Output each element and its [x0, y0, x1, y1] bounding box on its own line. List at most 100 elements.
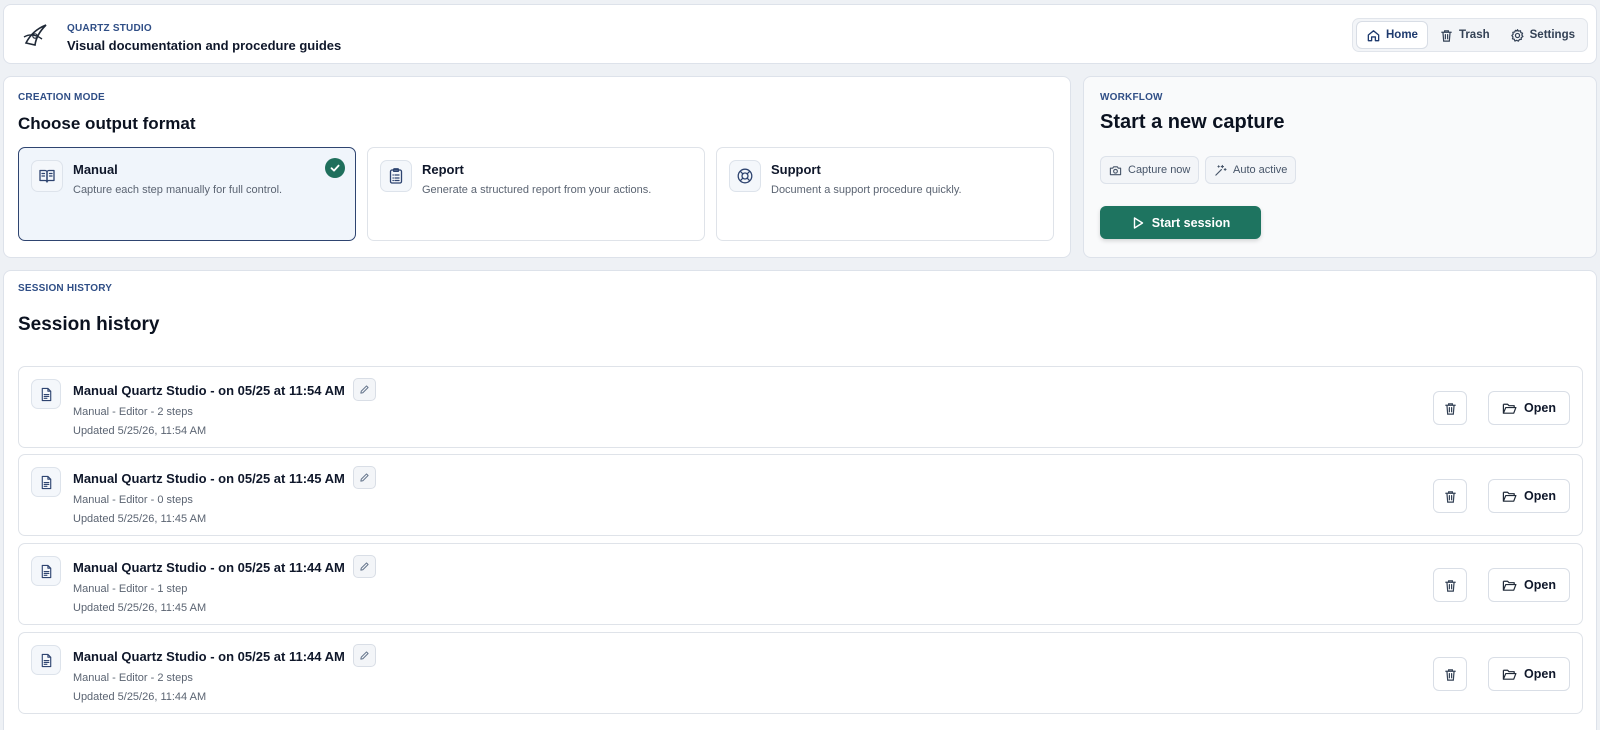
main-nav: Home Trash Settings: [1351, 18, 1588, 52]
app-header: QUARTZ STUDIO Visual documentation and p…: [3, 4, 1597, 64]
row-icon-wrap: [31, 556, 61, 586]
folder-open-icon: [1502, 669, 1517, 680]
history-title: Session history: [18, 314, 160, 335]
mode-desc: Capture each step manually for full cont…: [73, 184, 283, 196]
session-meta: Manual - Editor - 1 step: [73, 583, 188, 595]
clipboard-icon: [389, 168, 403, 184]
document-icon: [41, 564, 51, 578]
open-label: Open: [1524, 489, 1556, 503]
open-label: Open: [1524, 401, 1556, 415]
pencil-icon: [360, 651, 369, 660]
nav-home[interactable]: Home: [1355, 21, 1428, 49]
rename-button[interactable]: [353, 555, 376, 578]
sparkle-icon: [1215, 164, 1227, 176]
trash-icon: [1444, 402, 1456, 415]
lifebuoy-icon: [737, 168, 753, 184]
mode-support[interactable]: Support Document a support procedure qui…: [716, 147, 1054, 241]
workflow-kicker: WORKFLOW: [1100, 92, 1163, 103]
workflow-panel: WORKFLOW Start a new capture Capture now…: [1083, 76, 1597, 258]
session-title: Manual Quartz Studio - on 05/25 at 11:54…: [73, 383, 345, 398]
mode-icon-wrap: [31, 160, 63, 192]
camera-icon: [1109, 165, 1122, 175]
home-icon: [1367, 29, 1380, 41]
mode-manual[interactable]: Manual Capture each step manually for fu…: [18, 147, 356, 241]
selected-check-icon: [325, 158, 345, 178]
capture-now-button[interactable]: Capture now: [1100, 156, 1200, 184]
session-row[interactable]: Manual Quartz Studio - on 05/25 at 11:44…: [18, 632, 1583, 714]
session-meta: Manual - Editor - 0 steps: [73, 494, 193, 506]
rename-button[interactable]: [353, 644, 376, 667]
nav-home-label: Home: [1385, 29, 1418, 41]
pencil-icon: [360, 562, 369, 571]
session-meta: Manual - Editor - 2 steps: [73, 672, 193, 684]
creation-kicker: CREATION MODE: [18, 92, 105, 103]
session-title: Manual Quartz Studio - on 05/25 at 11:45…: [73, 471, 345, 486]
creation-title: Choose output format: [18, 114, 196, 133]
folder-open-icon: [1502, 403, 1517, 414]
mode-report[interactable]: Report Generate a structured report from…: [367, 147, 705, 241]
delete-button[interactable]: [1433, 391, 1467, 425]
rename-button[interactable]: [353, 378, 376, 401]
creation-mode-panel: CREATION MODE Choose output format Manua…: [3, 76, 1071, 258]
mode-desc: Document a support procedure quickly.: [771, 184, 962, 196]
folder-open-icon: [1502, 580, 1517, 591]
row-icon-wrap: [31, 467, 61, 497]
pencil-icon: [360, 385, 369, 394]
session-updated: Updated 5/25/26, 11:54 AM: [73, 425, 207, 437]
trash-icon: [1444, 490, 1456, 503]
session-meta: Manual - Editor - 2 steps: [73, 406, 193, 418]
document-icon: [41, 387, 51, 401]
nav-trash-label: Trash: [1458, 29, 1490, 41]
session-row[interactable]: Manual Quartz Studio - on 05/25 at 11:54…: [18, 366, 1583, 448]
delete-button[interactable]: [1433, 568, 1467, 602]
nav-settings[interactable]: Settings: [1501, 21, 1584, 49]
trash-icon: [1441, 29, 1452, 42]
mode-title: Support: [771, 162, 821, 177]
row-icon-wrap: [31, 379, 61, 409]
document-icon: [41, 653, 51, 667]
auto-active-toggle[interactable]: Auto active: [1205, 156, 1297, 184]
open-button[interactable]: Open: [1488, 479, 1570, 513]
start-session-label: Start session: [1151, 215, 1231, 230]
session-history-panel: SESSION HISTORY Session history Manual Q…: [3, 270, 1597, 730]
rename-button[interactable]: [353, 466, 376, 489]
session-updated: Updated 5/25/26, 11:44 AM: [73, 691, 207, 703]
row-icon-wrap: [31, 645, 61, 675]
session-row[interactable]: Manual Quartz Studio - on 05/25 at 11:44…: [18, 543, 1583, 625]
open-button[interactable]: Open: [1488, 657, 1570, 691]
nav-settings-label: Settings: [1529, 29, 1575, 41]
history-kicker: SESSION HISTORY: [18, 283, 113, 294]
brand-title: Visual documentation and procedure guide…: [67, 38, 342, 53]
delete-button[interactable]: [1433, 657, 1467, 691]
session-updated: Updated 5/25/26, 11:45 AM: [73, 602, 207, 614]
quartz-logo-icon: [23, 24, 47, 46]
mode-title: Manual: [73, 162, 118, 177]
mode-title: Report: [422, 162, 464, 177]
open-label: Open: [1524, 578, 1556, 592]
trash-icon: [1444, 579, 1456, 592]
nav-trash[interactable]: Trash: [1430, 21, 1499, 49]
open-button[interactable]: Open: [1488, 391, 1570, 425]
session-updated: Updated 5/25/26, 11:45 AM: [73, 513, 207, 525]
mode-desc: Generate a structured report from your a…: [422, 184, 652, 196]
session-title: Manual Quartz Studio - on 05/25 at 11:44…: [73, 649, 345, 664]
open-button[interactable]: Open: [1488, 568, 1570, 602]
auto-active-label: Auto active: [1233, 164, 1288, 176]
delete-button[interactable]: [1433, 479, 1467, 513]
brand-kicker: QUARTZ STUDIO: [67, 23, 152, 34]
gear-icon: [1510, 28, 1524, 42]
mode-icon-wrap: [380, 160, 412, 192]
mode-icon-wrap: [729, 160, 761, 192]
folder-open-icon: [1502, 491, 1517, 502]
workflow-title: Start a new capture: [1100, 111, 1285, 133]
capture-now-label: Capture now: [1128, 164, 1191, 176]
open-label: Open: [1524, 667, 1556, 681]
start-session-button[interactable]: Start session: [1100, 206, 1261, 239]
session-title: Manual Quartz Studio - on 05/25 at 11:44…: [73, 560, 345, 575]
pencil-icon: [360, 473, 369, 482]
book-icon: [39, 169, 55, 183]
session-row[interactable]: Manual Quartz Studio - on 05/25 at 11:45…: [18, 454, 1583, 536]
trash-icon: [1444, 668, 1456, 681]
document-icon: [41, 475, 51, 489]
play-icon: [1133, 216, 1143, 229]
